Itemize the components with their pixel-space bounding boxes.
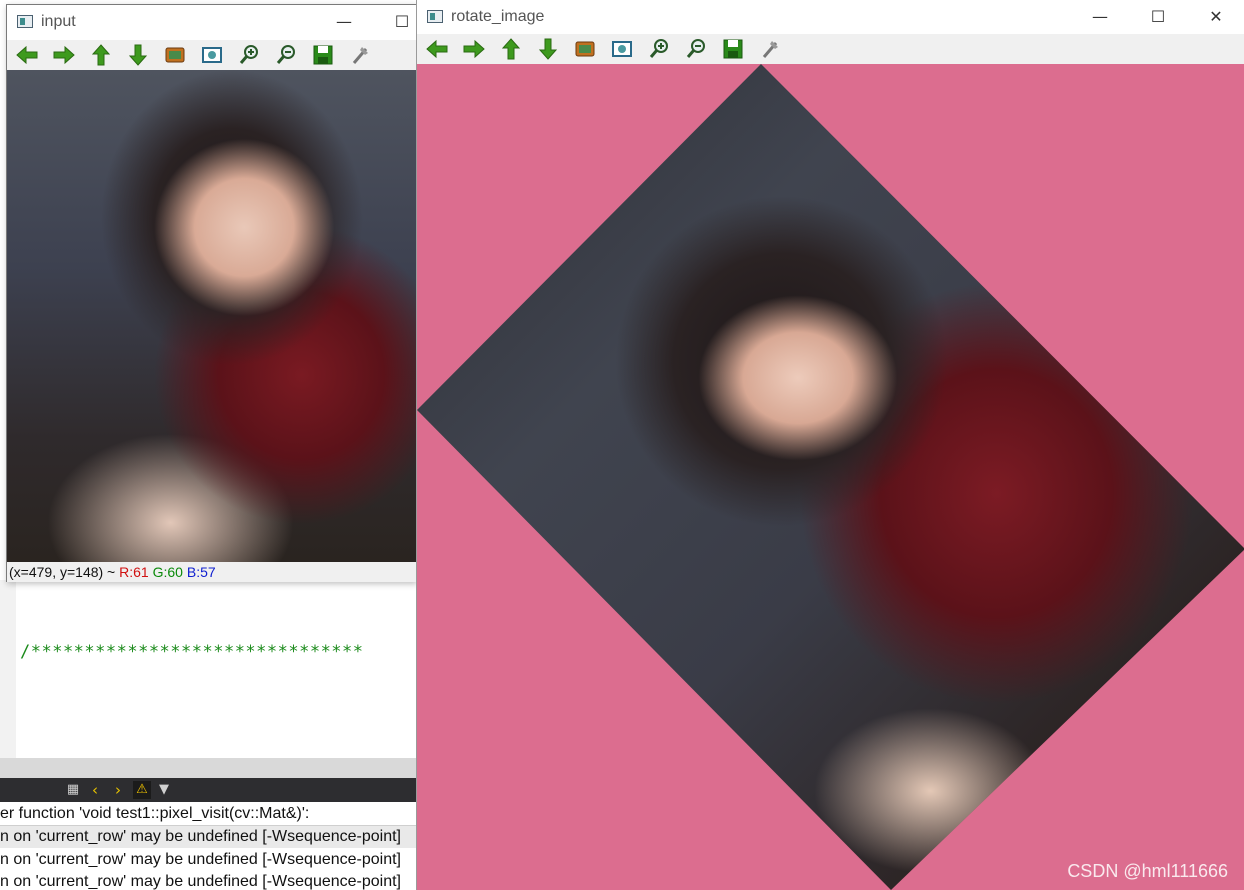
input-image-view[interactable] xyxy=(7,70,416,562)
status-green: G:60 xyxy=(152,564,183,580)
filter-build-icon[interactable]: ▦ xyxy=(64,781,82,799)
filter-icon[interactable]: ▼ xyxy=(155,781,173,799)
zoom-reset-icon[interactable] xyxy=(163,43,187,67)
pan-up-icon[interactable] xyxy=(89,43,113,67)
code-editor[interactable]: /******************************* xyxy=(0,580,416,758)
rotate-image-window: rotate_image — ☐ ✕ xyxy=(416,0,1244,890)
issues-toolbar: ▦ ‹ › ⚠ ▼ xyxy=(0,778,416,802)
zoom-fit-icon[interactable] xyxy=(610,37,634,61)
issues-output-panel: er function 'void test1::pixel_visit(cv:… xyxy=(0,802,416,890)
save-icon[interactable] xyxy=(721,37,745,61)
minimize-button[interactable]: — xyxy=(321,7,367,37)
minimize-button[interactable]: — xyxy=(1077,2,1123,32)
editor-gutter xyxy=(0,580,16,758)
rotated-image-view[interactable] xyxy=(417,64,1244,890)
pan-down-icon[interactable] xyxy=(126,43,150,67)
zoom-reset-icon[interactable] xyxy=(573,37,597,61)
zoom-out-icon[interactable] xyxy=(274,43,298,67)
rotate-titlebar[interactable]: rotate_image — ☐ ✕ xyxy=(417,0,1244,34)
pan-up-icon[interactable] xyxy=(499,37,523,61)
output-line[interactable]: n on 'current_row' may be undefined [-Ws… xyxy=(0,871,401,890)
output-line[interactable]: n on 'current_row' may be undefined [-Ws… xyxy=(0,825,416,848)
input-window: input — ☐ (x=479, y=148) ~ R:61 G:60 B:5… xyxy=(6,4,416,582)
pixel-status-bar: (x=479, y=148) ~ R:61 G:60 B:57 xyxy=(7,562,416,582)
image-toolbar xyxy=(417,34,1244,64)
window-title: rotate_image xyxy=(451,8,545,25)
rotated-photo xyxy=(417,64,1244,890)
zoom-out-icon[interactable] xyxy=(684,37,708,61)
warning-icon[interactable]: ⚠ xyxy=(133,781,151,799)
properties-icon[interactable] xyxy=(758,37,782,61)
pan-down-icon[interactable] xyxy=(536,37,560,61)
pan-right-icon[interactable] xyxy=(52,43,76,67)
input-titlebar[interactable]: input — ☐ xyxy=(7,5,416,39)
watermark: CSDN @hml111666 xyxy=(1067,861,1228,881)
window-title: input xyxy=(41,13,76,30)
pan-left-icon[interactable] xyxy=(425,37,449,61)
chevron-right-icon[interactable]: › xyxy=(109,781,127,799)
zoom-in-icon[interactable] xyxy=(647,37,671,61)
output-line[interactable]: er function 'void test1::pixel_visit(cv:… xyxy=(0,803,309,825)
close-button[interactable]: ✕ xyxy=(1193,2,1239,32)
code-comment-line: /******************************* xyxy=(20,642,364,662)
pan-right-icon[interactable] xyxy=(462,37,486,61)
window-app-icon xyxy=(17,15,33,28)
maximize-button[interactable]: ☐ xyxy=(1135,2,1181,32)
status-red: R:61 xyxy=(119,564,149,580)
pan-left-icon[interactable] xyxy=(15,43,39,67)
input-photo xyxy=(7,70,416,562)
output-line[interactable]: n on 'current_row' may be undefined [-Ws… xyxy=(0,849,401,871)
save-icon[interactable] xyxy=(311,43,335,67)
window-app-icon xyxy=(427,10,443,23)
zoom-fit-icon[interactable] xyxy=(200,43,224,67)
status-coords: (x=479, y=148) ~ xyxy=(9,564,120,580)
properties-icon[interactable] xyxy=(348,43,372,67)
zoom-in-icon[interactable] xyxy=(237,43,261,67)
chevron-left-icon[interactable]: ‹ xyxy=(86,781,104,799)
editor-horizontal-scrollbar[interactable] xyxy=(0,758,416,778)
image-toolbar xyxy=(7,40,416,70)
status-blue: B:57 xyxy=(186,564,216,580)
